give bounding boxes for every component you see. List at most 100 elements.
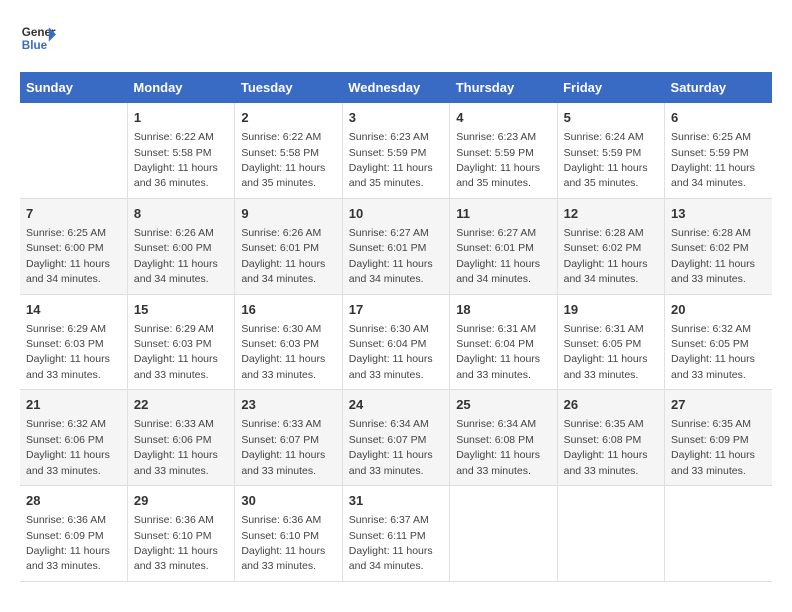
- logo: General Blue: [20, 20, 60, 56]
- day-number: 26: [564, 396, 658, 414]
- day-info: Sunrise: 6:24 AM Sunset: 5:59 PM Dayligh…: [564, 131, 648, 189]
- day-info: Sunrise: 6:26 AM Sunset: 6:01 PM Dayligh…: [241, 227, 325, 285]
- calendar-cell: 8 Sunrise: 6:26 AM Sunset: 6:00 PM Daylig…: [127, 198, 234, 294]
- day-info: Sunrise: 6:28 AM Sunset: 6:02 PM Dayligh…: [671, 227, 755, 285]
- day-number: 2: [241, 109, 335, 127]
- calendar-cell: 24Sunrise: 6:34 AM Sunset: 6:07 PM Dayli…: [342, 390, 449, 486]
- day-number: 20: [671, 301, 766, 319]
- day-info: Sunrise: 6:22 AM Sunset: 5:58 PM Dayligh…: [134, 131, 218, 189]
- calendar-week-row: 21Sunrise: 6:32 AM Sunset: 6:06 PM Dayli…: [20, 390, 772, 486]
- calendar-cell: [450, 486, 557, 582]
- calendar-week-row: 28 Sunrise: 6:36 AM Sunset: 6:09 PM Dayli…: [20, 486, 772, 582]
- calendar-cell: 31 Sunrise: 6:37 AM Sunset: 6:11 PM Dayli…: [342, 486, 449, 582]
- day-number: 31: [349, 492, 443, 510]
- day-number: 4: [456, 109, 550, 127]
- header-day: Friday: [557, 72, 664, 103]
- day-info: Sunrise: 6:36 AM Sunset: 6:10 PM Dayligh…: [241, 514, 325, 572]
- day-info: Sunrise: 6:26 AM Sunset: 6:00 PM Dayligh…: [134, 227, 218, 285]
- day-number: 11: [456, 205, 550, 223]
- calendar-table: SundayMondayTuesdayWednesdayThursdayFrid…: [20, 72, 772, 582]
- day-info: Sunrise: 6:35 AM Sunset: 6:08 PM Dayligh…: [564, 418, 648, 476]
- calendar-cell: 28 Sunrise: 6:36 AM Sunset: 6:09 PM Dayli…: [20, 486, 127, 582]
- calendar-cell: 17 Sunrise: 6:30 AM Sunset: 6:04 PM Dayli…: [342, 294, 449, 390]
- day-number: 15: [134, 301, 228, 319]
- svg-text:Blue: Blue: [22, 39, 48, 52]
- day-number: 22: [134, 396, 228, 414]
- header-day: Sunday: [20, 72, 127, 103]
- calendar-cell: 3Sunrise: 6:23 AM Sunset: 5:59 PM Daylig…: [342, 103, 449, 198]
- day-number: 18: [456, 301, 550, 319]
- calendar-cell: 11 Sunrise: 6:27 AM Sunset: 6:01 PM Dayli…: [450, 198, 557, 294]
- day-info: Sunrise: 6:37 AM Sunset: 6:11 PM Dayligh…: [349, 514, 433, 572]
- day-number: 8: [134, 205, 228, 223]
- calendar-cell: 18 Sunrise: 6:31 AM Sunset: 6:04 PM Dayli…: [450, 294, 557, 390]
- calendar-week-row: 1 Sunrise: 6:22 AM Sunset: 5:58 PM Daylig…: [20, 103, 772, 198]
- calendar-cell: [20, 103, 127, 198]
- day-info: Sunrise: 6:36 AM Sunset: 6:09 PM Dayligh…: [26, 514, 110, 572]
- day-info: Sunrise: 6:30 AM Sunset: 6:04 PM Dayligh…: [349, 323, 433, 381]
- calendar-cell: 13 Sunrise: 6:28 AM Sunset: 6:02 PM Dayli…: [665, 198, 772, 294]
- day-number: 3: [349, 109, 443, 127]
- day-info: Sunrise: 6:31 AM Sunset: 6:05 PM Dayligh…: [564, 323, 648, 381]
- day-number: 13: [671, 205, 766, 223]
- header-day: Tuesday: [235, 72, 342, 103]
- day-info: Sunrise: 6:34 AM Sunset: 6:08 PM Dayligh…: [456, 418, 540, 476]
- calendar-cell: 1 Sunrise: 6:22 AM Sunset: 5:58 PM Daylig…: [127, 103, 234, 198]
- day-info: Sunrise: 6:27 AM Sunset: 6:01 PM Dayligh…: [456, 227, 540, 285]
- calendar-cell: [557, 486, 664, 582]
- day-number: 12: [564, 205, 658, 223]
- calendar-cell: [665, 486, 772, 582]
- day-info: Sunrise: 6:31 AM Sunset: 6:04 PM Dayligh…: [456, 323, 540, 381]
- calendar-cell: 22 Sunrise: 6:33 AM Sunset: 6:06 PM Dayli…: [127, 390, 234, 486]
- day-info: Sunrise: 6:29 AM Sunset: 6:03 PM Dayligh…: [26, 323, 110, 381]
- day-info: Sunrise: 6:23 AM Sunset: 5:59 PM Dayligh…: [456, 131, 540, 189]
- day-number: 21: [26, 396, 121, 414]
- calendar-cell: 10 Sunrise: 6:27 AM Sunset: 6:01 PM Dayli…: [342, 198, 449, 294]
- day-info: Sunrise: 6:25 AM Sunset: 5:59 PM Dayligh…: [671, 131, 755, 189]
- calendar-cell: 2 Sunrise: 6:22 AM Sunset: 5:58 PM Daylig…: [235, 103, 342, 198]
- day-info: Sunrise: 6:29 AM Sunset: 6:03 PM Dayligh…: [134, 323, 218, 381]
- calendar-week-row: 7Sunrise: 6:25 AM Sunset: 6:00 PM Daylig…: [20, 198, 772, 294]
- day-info: Sunrise: 6:33 AM Sunset: 6:06 PM Dayligh…: [134, 418, 218, 476]
- day-number: 10: [349, 205, 443, 223]
- header-day: Thursday: [450, 72, 557, 103]
- calendar-cell: 26 Sunrise: 6:35 AM Sunset: 6:08 PM Dayli…: [557, 390, 664, 486]
- day-info: Sunrise: 6:32 AM Sunset: 6:05 PM Dayligh…: [671, 323, 755, 381]
- day-number: 19: [564, 301, 658, 319]
- calendar-cell: 9Sunrise: 6:26 AM Sunset: 6:01 PM Daylig…: [235, 198, 342, 294]
- day-number: 28: [26, 492, 121, 510]
- day-info: Sunrise: 6:28 AM Sunset: 6:02 PM Dayligh…: [564, 227, 648, 285]
- day-number: 24: [349, 396, 443, 414]
- day-number: 14: [26, 301, 121, 319]
- day-number: 23: [241, 396, 335, 414]
- calendar-cell: 5 Sunrise: 6:24 AM Sunset: 5:59 PM Daylig…: [557, 103, 664, 198]
- header-row: SundayMondayTuesdayWednesdayThursdayFrid…: [20, 72, 772, 103]
- calendar-cell: 23 Sunrise: 6:33 AM Sunset: 6:07 PM Dayli…: [235, 390, 342, 486]
- day-number: 5: [564, 109, 658, 127]
- day-info: Sunrise: 6:36 AM Sunset: 6:10 PM Dayligh…: [134, 514, 218, 572]
- calendar-cell: 15 Sunrise: 6:29 AM Sunset: 6:03 PM Dayli…: [127, 294, 234, 390]
- calendar-cell: 30 Sunrise: 6:36 AM Sunset: 6:10 PM Dayli…: [235, 486, 342, 582]
- logo-icon: General Blue: [20, 20, 56, 56]
- calendar-cell: 25 Sunrise: 6:34 AM Sunset: 6:08 PM Dayli…: [450, 390, 557, 486]
- calendar-week-row: 14 Sunrise: 6:29 AM Sunset: 6:03 PM Dayli…: [20, 294, 772, 390]
- calendar-cell: 20 Sunrise: 6:32 AM Sunset: 6:05 PM Dayli…: [665, 294, 772, 390]
- day-info: Sunrise: 6:33 AM Sunset: 6:07 PM Dayligh…: [241, 418, 325, 476]
- calendar-cell: 4 Sunrise: 6:23 AM Sunset: 5:59 PM Daylig…: [450, 103, 557, 198]
- day-number: 6: [671, 109, 766, 127]
- day-info: Sunrise: 6:27 AM Sunset: 6:01 PM Dayligh…: [349, 227, 433, 285]
- calendar-cell: 14 Sunrise: 6:29 AM Sunset: 6:03 PM Dayli…: [20, 294, 127, 390]
- day-info: Sunrise: 6:30 AM Sunset: 6:03 PM Dayligh…: [241, 323, 325, 381]
- calendar-cell: 7Sunrise: 6:25 AM Sunset: 6:00 PM Daylig…: [20, 198, 127, 294]
- day-info: Sunrise: 6:22 AM Sunset: 5:58 PM Dayligh…: [241, 131, 325, 189]
- day-number: 25: [456, 396, 550, 414]
- day-number: 27: [671, 396, 766, 414]
- header-day: Wednesday: [342, 72, 449, 103]
- day-number: 1: [134, 109, 228, 127]
- day-number: 17: [349, 301, 443, 319]
- calendar-cell: 16Sunrise: 6:30 AM Sunset: 6:03 PM Dayli…: [235, 294, 342, 390]
- header-day: Monday: [127, 72, 234, 103]
- calendar-cell: 12 Sunrise: 6:28 AM Sunset: 6:02 PM Dayli…: [557, 198, 664, 294]
- day-info: Sunrise: 6:25 AM Sunset: 6:00 PM Dayligh…: [26, 227, 110, 285]
- day-number: 30: [241, 492, 335, 510]
